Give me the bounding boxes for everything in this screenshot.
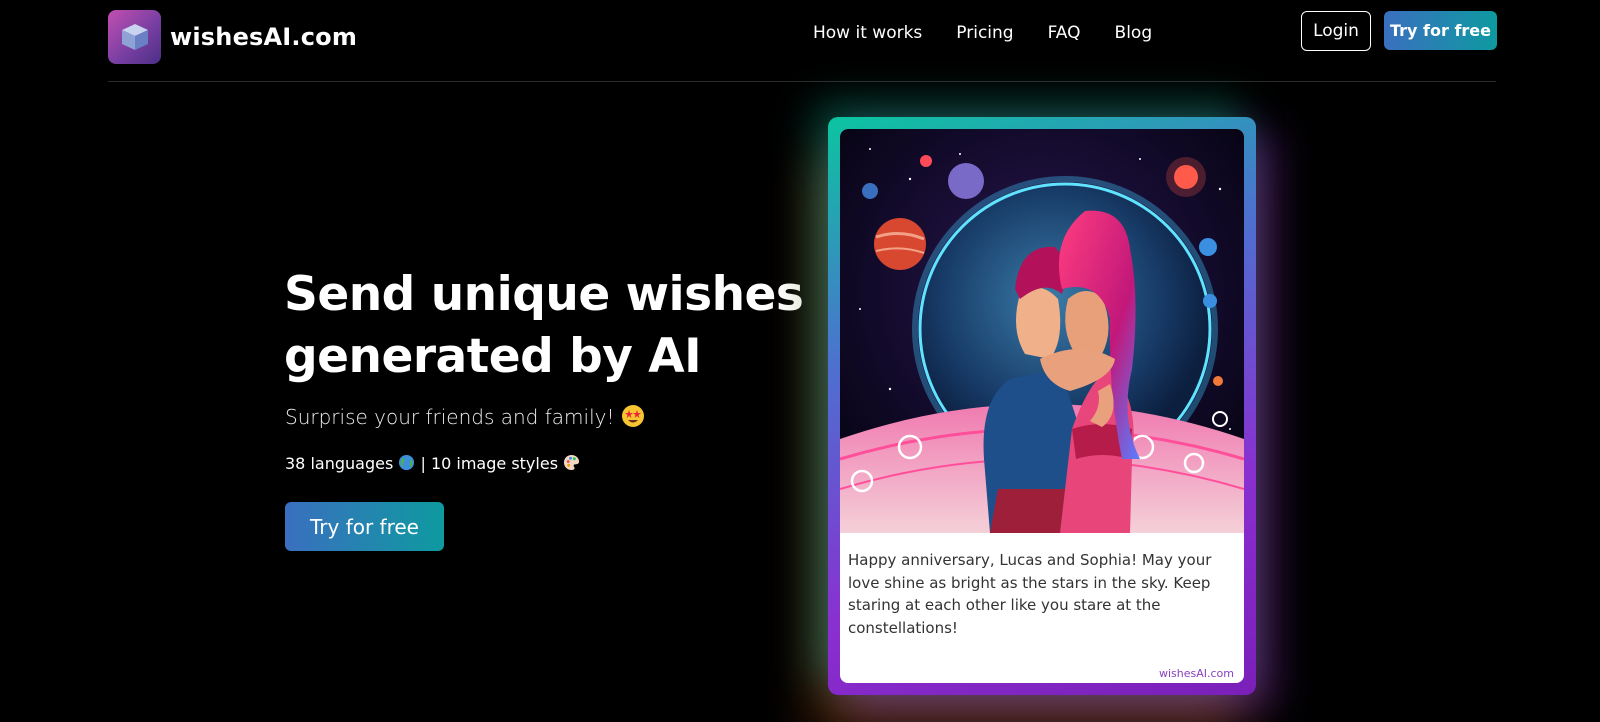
hero-title: Send unique wishes generated by AI [284, 264, 804, 388]
hero-meta: 38 languages | 10 image styles [285, 454, 580, 475]
hero-subtitle-text: Surprise your friends and family! [285, 405, 615, 429]
nav-links: How it works Pricing FAQ Blog [813, 20, 1186, 46]
nav-link-faq[interactable]: FAQ [1048, 20, 1081, 46]
logo-cube-icon [108, 10, 161, 64]
hero-title-line2: generated by AI [284, 329, 702, 384]
star-struck-emoji-icon [621, 404, 645, 433]
top-navbar: wishesAI.com How it works Pricing FAQ Bl… [108, 0, 1497, 82]
image-styles-count: 10 image styles [430, 454, 559, 473]
hero-try-for-free-button[interactable]: Try for free [285, 502, 444, 551]
wish-card: Happy anniversary, Lucas and Sophia! May… [840, 129, 1244, 683]
palette-icon [563, 454, 580, 475]
meta-separator: | [420, 454, 426, 473]
brand-name: wishesAI.com [170, 23, 358, 51]
hero-subtitle: Surprise your friends and family! [285, 404, 645, 433]
nav-try-for-free-button[interactable]: Try for free [1384, 11, 1497, 50]
brand[interactable]: wishesAI.com [108, 10, 357, 64]
nav-link-how-it-works[interactable]: How it works [813, 20, 922, 46]
wish-message: Happy anniversary, Lucas and Sophia! May… [848, 551, 1212, 637]
card-illustration-couple-in-space [840, 129, 1244, 533]
card-watermark: wishesAI.com [1158, 667, 1234, 680]
languages-count: 38 languages [285, 454, 394, 473]
globe-icon [398, 454, 415, 475]
nav-link-blog[interactable]: Blog [1115, 20, 1153, 46]
hero-title-line1: Send unique wishes [284, 267, 804, 322]
nav-link-pricing[interactable]: Pricing [956, 20, 1013, 46]
page: wishesAI.com How it works Pricing FAQ Bl… [0, 0, 1600, 722]
login-button[interactable]: Login [1301, 11, 1371, 51]
wish-card-preview: Happy anniversary, Lucas and Sophia! May… [828, 117, 1256, 695]
